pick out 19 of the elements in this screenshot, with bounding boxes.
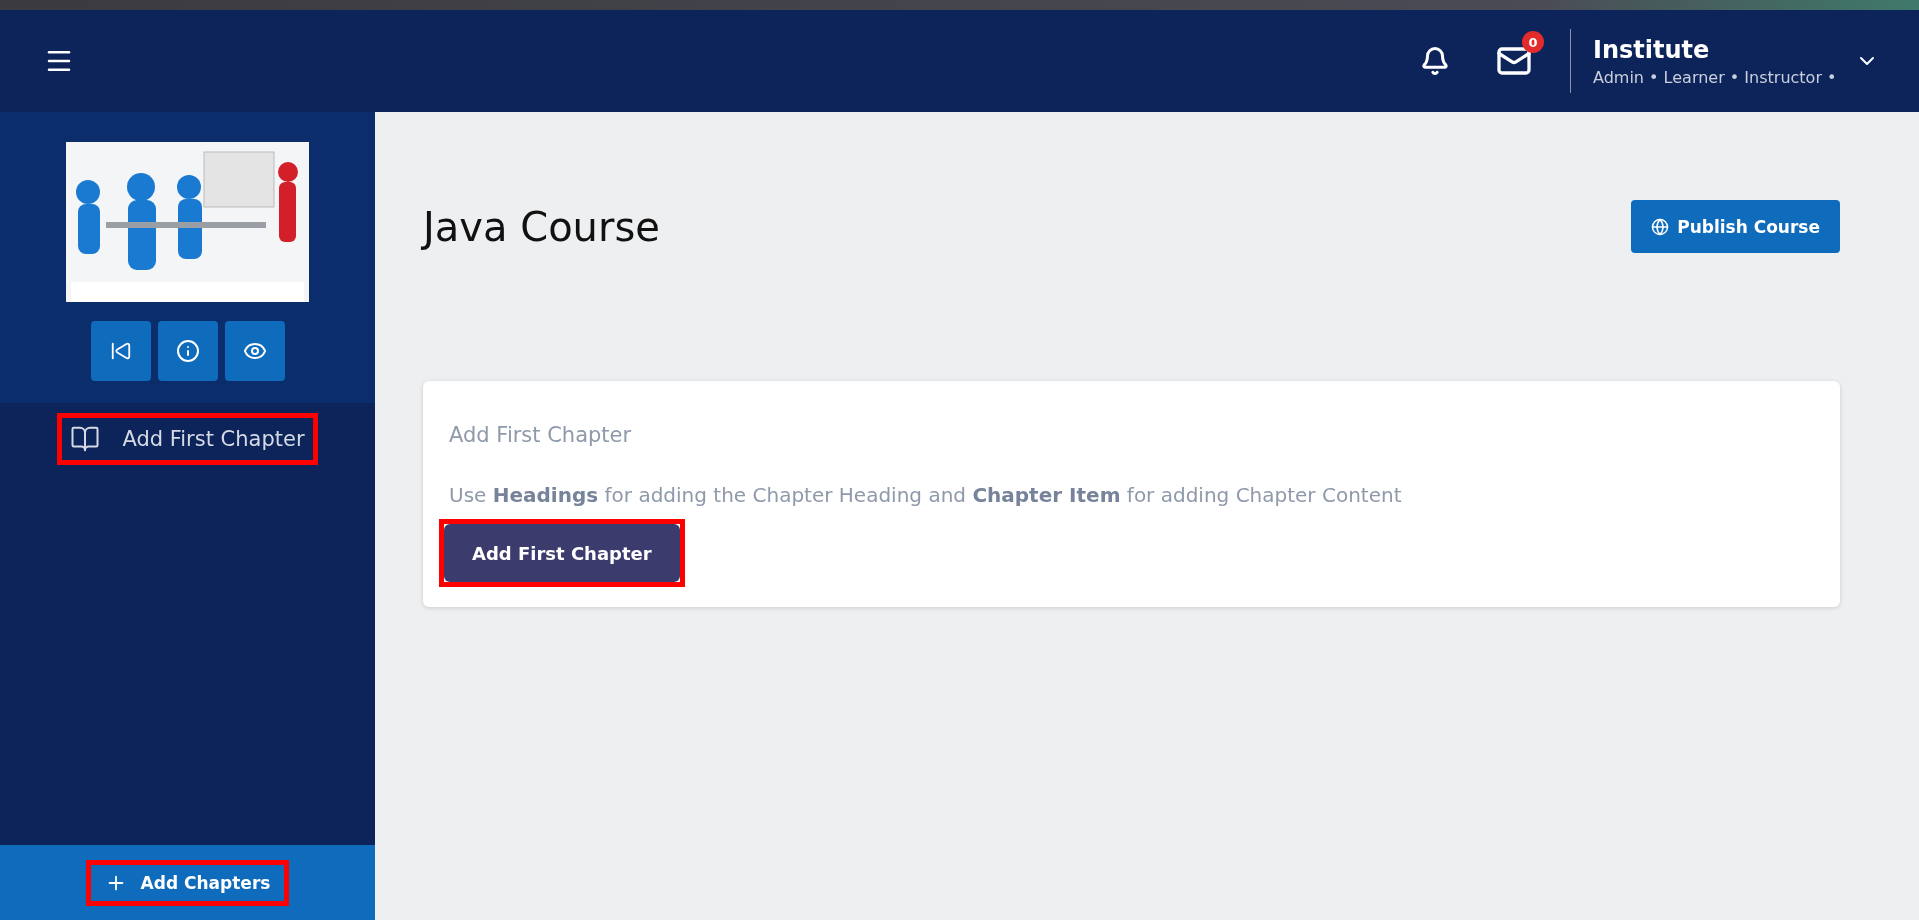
back-button[interactable] — [90, 321, 151, 381]
info-icon — [175, 339, 200, 363]
message-count-badge: 0 — [1522, 31, 1544, 53]
preview-button[interactable] — [224, 321, 285, 381]
info-button[interactable] — [157, 321, 218, 381]
publish-course-button[interactable]: Publish Course — [1631, 200, 1840, 253]
globe-icon — [1651, 217, 1670, 236]
bell-icon — [1420, 46, 1450, 76]
notifications-button[interactable] — [1420, 46, 1450, 76]
card-heading: Add First Chapter — [449, 423, 632, 447]
user-name: Institute — [1593, 35, 1711, 64]
add-first-chapter-button[interactable]: Add First Chapter — [444, 524, 680, 582]
add-chapters-button[interactable]: Add Chapters — [90, 864, 285, 901]
book-icon — [70, 424, 101, 454]
course-title: Java Course — [423, 203, 660, 250]
user-roles: Admin • Learner • Instructor • — [1593, 67, 1838, 87]
chapter-item[interactable]: Add First Chapter — [62, 418, 313, 460]
card-description: Use Headings for adding the Chapter Heading and Chapter Item for adding Chapter Content — [449, 483, 1402, 507]
skip-back-icon — [109, 340, 132, 362]
